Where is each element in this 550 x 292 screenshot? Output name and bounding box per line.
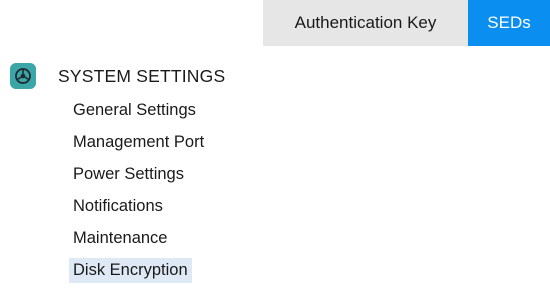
menu-item-label: General Settings <box>73 100 196 119</box>
tab-bar: Authentication Key SEDs <box>263 0 550 46</box>
menu-item-general-settings[interactable]: General Settings <box>73 94 540 126</box>
menu-item-disk-encryption[interactable]: Disk Encryption <box>69 254 540 286</box>
menu-item-power-settings[interactable]: Power Settings <box>73 158 540 190</box>
tab-seds[interactable]: SEDs <box>468 0 550 46</box>
tab-authentication-key[interactable]: Authentication Key <box>263 0 468 46</box>
menu-item-label: Disk Encryption <box>69 257 192 283</box>
system-settings-section: SYSTEM SETTINGS General Settings Managem… <box>10 62 540 286</box>
menu-item-label: Management Port <box>73 132 205 151</box>
section-header[interactable]: SYSTEM SETTINGS <box>10 62 540 90</box>
menu-item-maintenance[interactable]: Maintenance <box>73 222 540 254</box>
menu-item-label: Power Settings <box>73 164 184 183</box>
menu-item-notifications[interactable]: Notifications <box>73 190 540 222</box>
settings-wheel-icon <box>10 63 36 89</box>
menu-item-label: Maintenance <box>73 228 168 247</box>
page: Authentication Key SEDs SYSTEM SETTINGS … <box>0 0 550 292</box>
section-title: SYSTEM SETTINGS <box>58 65 226 86</box>
menu-item-management-port[interactable]: Management Port <box>73 126 540 158</box>
settings-menu: General Settings Management Port Power S… <box>69 94 540 286</box>
menu-item-label: Notifications <box>73 196 163 215</box>
